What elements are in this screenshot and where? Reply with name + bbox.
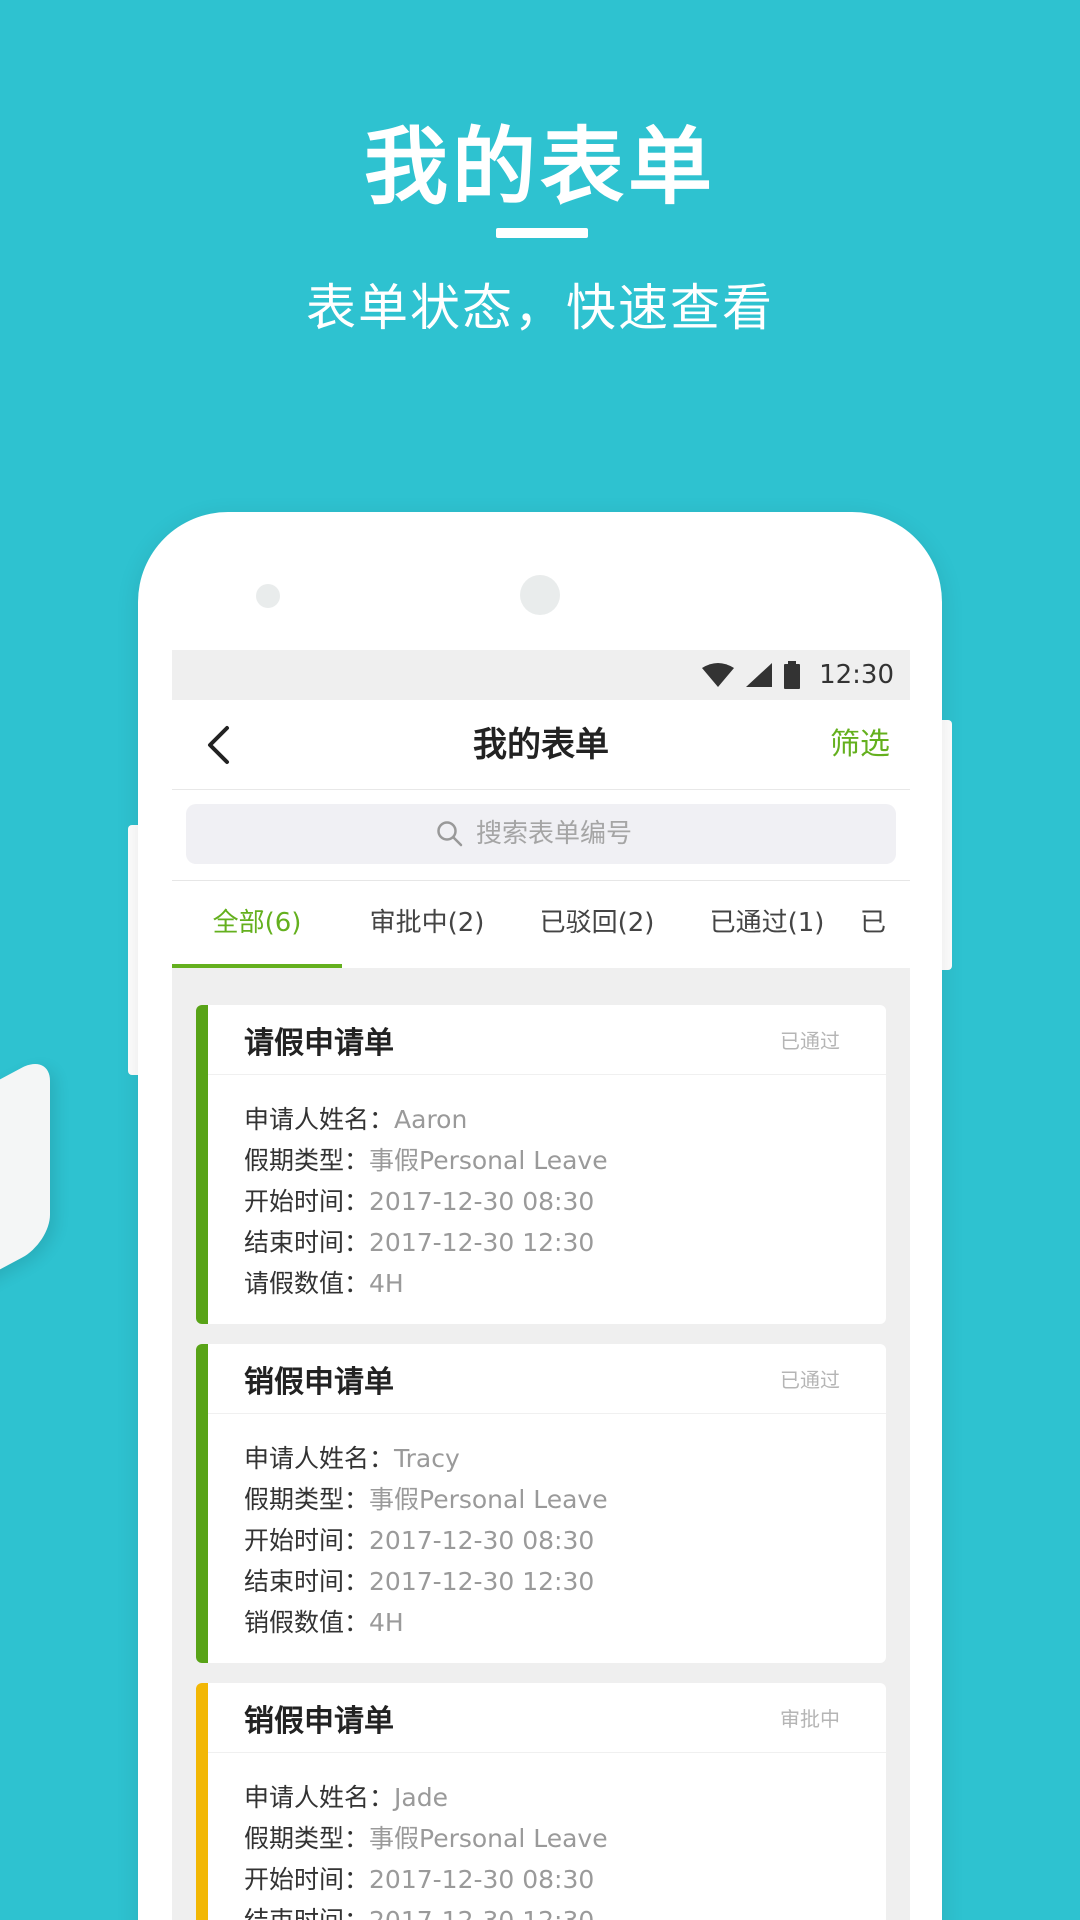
search-icon [437,821,463,847]
status-time: 12:30 [819,660,894,690]
tab-rejected[interactable]: 已驳回(2) [512,881,682,968]
field-label: 开始时间： [244,1187,370,1216]
tab-pending[interactable]: 审批中(2) [342,881,512,968]
field-value: 2017-12-30 12:30 [369,1906,594,1920]
field-value: 4H [369,1608,404,1637]
field-end-time: 结束时间：2017-12-30 12:30 [244,1561,886,1602]
search-input[interactable] [476,819,646,849]
field-value: 事假Personal Leave [369,1146,608,1175]
promo-title: 我的表单 [363,118,716,216]
field-label: 结束时间： [244,1567,370,1596]
field-applicant: 申请人姓名：Jade [244,1777,886,1818]
field-end-time: 结束时间：2017-12-30 12:30 [244,1222,886,1263]
phone-screen: 12:30 我的表单 筛选 全部(6) 审批中(2) 已驳回(2) 已通过(1)… [172,650,910,1920]
field-value: Jade [394,1783,448,1812]
card-title: 请假申请单 [244,1025,394,1061]
field-value: 2017-12-30 08:30 [369,1526,595,1555]
card-header: 请假申请单 已通过 [196,1005,886,1075]
card-body: 申请人姓名：Tracy 假期类型：事假Personal Leave 开始时间：2… [196,1414,886,1663]
card-accent-bar [196,1683,208,1920]
card-header: 销假申请单 审批中 [196,1683,886,1753]
status-badge: 已通过 [780,1368,840,1392]
field-value: Aaron [394,1105,468,1134]
field-value: 2017-12-30 08:30 [369,1187,595,1216]
field-label: 申请人姓名： [244,1444,395,1473]
field-leave-type: 假期类型：事假Personal Leave [244,1818,886,1859]
form-card[interactable]: 销假申请单 已通过 申请人姓名：Tracy 假期类型：事假Personal Le… [196,1344,886,1663]
search-box[interactable] [186,804,896,864]
field-value: 事假Personal Leave [369,1485,608,1514]
promo-divider [496,228,588,238]
status-bar: 12:30 [172,650,910,700]
tab-all[interactable]: 全部(6) [172,881,342,968]
field-start-time: 开始时间：2017-12-30 08:30 [244,1181,886,1222]
field-start-time: 开始时间：2017-12-30 08:30 [244,1520,886,1561]
field-label: 请假数值： [244,1269,370,1298]
field-label: 结束时间： [244,1228,370,1257]
field-value: 事假Personal Leave [369,1824,608,1853]
chevron-left-icon [208,726,229,764]
phone-camera [520,575,560,615]
field-value: 2017-12-30 12:30 [369,1567,595,1596]
card-accent-bar [196,1005,208,1324]
card-body: 申请人姓名：Aaron 假期类型：事假Personal Leave 开始时间：2… [196,1075,886,1324]
field-start-time: 开始时间：2017-12-30 08:30 [244,1859,886,1900]
battery-icon [784,661,801,689]
wifi-icon [702,663,735,687]
phone-sensor [256,584,280,608]
decorative-device-fragment [0,1052,50,1318]
status-tabs: 全部(6) 审批中(2) 已驳回(2) 已通过(1) 已 [172,880,910,968]
field-end-time: 结束时间：2017-12-30 12:30 [244,1900,886,1920]
promo-subtitle: 表单状态，快速查看 [306,279,774,337]
field-label: 开始时间： [244,1865,370,1894]
field-label: 假期类型： [244,1146,370,1175]
field-value: 2017-12-30 08:30 [369,1865,595,1894]
tab-more[interactable]: 已 [852,881,910,968]
form-card[interactable]: 请假申请单 已通过 申请人姓名：Aaron 假期类型：事假Personal Le… [196,1005,886,1324]
form-card[interactable]: 销假申请单 审批中 申请人姓名：Jade 假期类型：事假Personal Lea… [196,1683,886,1920]
field-leave-type: 假期类型：事假Personal Leave [244,1479,886,1520]
form-list: 请假申请单 已通过 申请人姓名：Aaron 假期类型：事假Personal Le… [196,1005,886,1920]
field-label: 假期类型： [244,1485,370,1514]
field-value: 2017-12-30 12:30 [369,1228,595,1257]
field-label: 假期类型： [244,1824,370,1853]
tab-approved[interactable]: 已通过(1) [682,881,852,968]
card-title: 销假申请单 [244,1364,394,1400]
field-applicant: 申请人姓名：Tracy [244,1438,886,1479]
field-amount: 请假数值：4H [244,1263,886,1304]
signal-icon [746,663,773,687]
field-leave-type: 假期类型：事假Personal Leave [244,1140,886,1181]
field-label: 申请人姓名： [244,1105,395,1134]
card-header: 销假申请单 已通过 [196,1344,886,1414]
search-bar [172,790,910,880]
card-title: 销假申请单 [244,1703,394,1739]
page-title: 我的表单 [473,725,609,765]
field-label: 结束时间： [244,1906,369,1920]
status-badge: 审批中 [780,1707,840,1731]
field-label: 申请人姓名： [244,1783,395,1812]
field-amount: 销假数值：4H [244,1602,886,1643]
nav-bar: 我的表单 筛选 [172,700,910,790]
field-label: 开始时间： [244,1526,370,1555]
field-label: 销假数值： [244,1608,370,1637]
status-badge: 已通过 [780,1029,840,1053]
back-button[interactable] [196,722,240,768]
card-accent-bar [196,1344,208,1663]
field-applicant: 申请人姓名：Aaron [244,1099,886,1140]
card-body: 申请人姓名：Jade 假期类型：事假Personal Leave 开始时间：20… [196,1753,886,1920]
field-value: Tracy [394,1444,460,1473]
filter-button[interactable]: 筛选 [830,722,890,768]
field-value: 4H [369,1269,404,1298]
